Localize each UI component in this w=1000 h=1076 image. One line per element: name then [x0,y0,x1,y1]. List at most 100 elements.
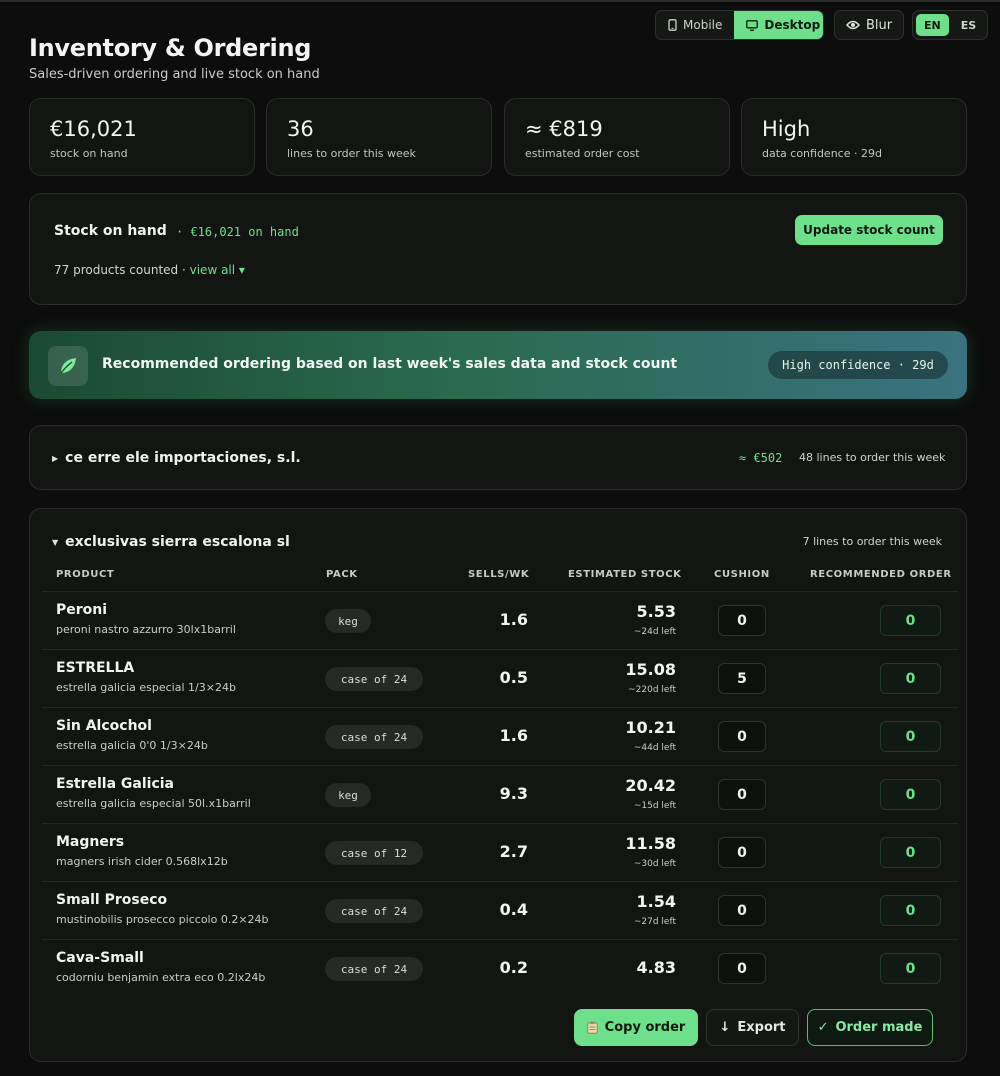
stock-count-text: 77 products counted · [54,263,186,277]
days-left: ~24d left [633,627,676,637]
recommended-order-input[interactable]: 0 [880,721,941,752]
desktop-option-label: Desktop [764,18,821,32]
caret-down-icon: ▼ [52,537,59,547]
cushion-input[interactable]: 0 [718,605,766,636]
blur-button[interactable]: Blur [834,10,904,40]
pack-badge: keg [325,609,371,633]
pack-badge: case of 24 [325,725,423,749]
stat-card-confidence: High data confidence · 29d [741,98,967,176]
desktop-option[interactable]: Desktop [734,11,823,39]
estimated-stock: 15.08 [625,660,676,679]
cushion-input[interactable]: 0 [718,837,766,868]
language-toggle: EN ES [912,10,988,40]
stat-value: ≈ €819 [525,117,603,141]
arrow-down-icon: ↓ [719,1020,731,1035]
product-name: Small Proseco [56,892,168,908]
estimated-stock: 5.53 [636,602,676,621]
cushion-input[interactable]: 5 [718,663,766,694]
product-description: estrella galicia 0'0 1/3×24b [56,739,208,752]
supplier-panel-expanded: ▼ exclusivas sierra escalona sl 7 lines … [29,508,967,1062]
days-left: ~27d left [633,917,676,927]
stat-value: 36 [287,117,314,141]
pack-badge: case of 24 [325,667,423,691]
top-divider [0,0,1000,2]
page-title: Inventory & Ordering [29,34,312,62]
stat-label: stock on hand [50,147,128,160]
mobile-option[interactable]: Mobile [656,11,734,39]
lang-es-option[interactable]: ES [953,14,984,36]
days-left: ~30d left [633,859,676,869]
supplier-panel-collapsed[interactable]: ▶ ce erre ele importaciones, s.l. ≈ €502… [29,425,967,490]
stock-count: 77 products counted · view all ▾ [54,263,245,277]
sells-per-week: 0.2 [499,958,528,977]
column-header-cushion: CUSHION [714,569,770,580]
stock-on-hand-panel: Stock on hand · €16,021 on hand 77 produ… [29,193,967,305]
estimated-stock: 20.42 [625,776,676,795]
stat-label: data confidence · 29d [762,147,882,160]
order-made-button[interactable]: ✓ Order made [807,1009,933,1046]
sells-per-week: 1.6 [499,726,528,745]
days-left: ~220d left [628,685,676,695]
sells-per-week: 0.5 [499,668,528,687]
column-header-pack: PACK [326,569,358,580]
supplier-cost: ≈ €502 [739,451,783,465]
product-description: codorniu benjamin extra eco 0.2lx24b [56,971,266,984]
export-button[interactable]: ↓ Export [706,1009,799,1046]
mobile-icon [668,19,677,31]
leaf-icon-box [48,346,88,386]
update-stock-button[interactable]: Update stock count [795,215,943,245]
estimated-stock: 4.83 [636,958,676,977]
estimated-stock: 1.54 [636,892,676,911]
copy-order-label: Copy order [604,1020,686,1035]
stat-value: €16,021 [50,117,137,141]
recommended-order-input[interactable]: 0 [880,779,941,810]
caret-right-icon: ▶ [52,453,59,463]
supplier-header[interactable]: ▼ exclusivas sierra escalona sl [52,534,290,550]
product-name: Peroni [56,602,108,618]
product-description: peroni nastro azzurro 30lx1barril [56,623,236,636]
table-row: Magners magners irish cider 0.568lx12b c… [42,823,958,881]
product-name: Sin Alcochol [56,718,152,734]
device-toggle: Mobile Desktop [655,10,824,40]
pack-badge: case of 24 [325,957,423,981]
pack-badge: case of 24 [325,899,423,923]
mobile-option-label: Mobile [683,18,723,32]
table-row: Sin Alcochol estrella galicia 0'0 1/3×24… [42,707,958,765]
column-header-sells: SELLS/WK [468,569,530,580]
blur-label: Blur [865,17,893,33]
table-row: ESTRELLA estrella galicia especial 1/3×2… [42,649,958,707]
recommended-order-input[interactable]: 0 [880,953,941,984]
stat-card-cost: ≈ €819 estimated order cost [504,98,730,176]
recommended-order-input[interactable]: 0 [880,605,941,636]
check-icon: ✓ [817,1020,829,1035]
days-left: ~44d left [633,743,676,753]
product-name: Estrella Galicia [56,776,174,792]
copy-order-button[interactable]: Copy order [574,1009,698,1046]
supplier-header[interactable]: ▶ ce erre ele importaciones, s.l. [52,450,301,466]
stock-title: Stock on hand [54,223,167,239]
recommended-order-input[interactable]: 0 [880,663,941,694]
recommended-order-input[interactable]: 0 [880,837,941,868]
cushion-input[interactable]: 0 [718,779,766,810]
cushion-input[interactable]: 0 [718,895,766,926]
cushion-input[interactable]: 0 [718,721,766,752]
view-all-link[interactable]: view all ▾ [190,263,245,277]
supplier-name: exclusivas sierra escalona sl [65,534,290,550]
column-header-estimated-stock: ESTIMATED STOCK [568,569,682,580]
recommended-order-input[interactable]: 0 [880,895,941,926]
stat-value: High [762,117,811,141]
sells-per-week: 2.7 [499,842,528,861]
table-row: Estrella Galicia estrella galicia especi… [42,765,958,823]
supplier-lines: 48 lines to order this week [799,451,946,464]
lang-en-option[interactable]: EN [916,14,949,36]
export-label: Export [737,1020,786,1035]
stat-label: estimated order cost [525,147,640,160]
order-table: Peroni peroni nastro azzurro 30lx1barril… [42,591,958,997]
order-made-label: Order made [835,1020,923,1035]
cushion-input[interactable]: 0 [718,953,766,984]
table-row: Small Proseco mustinobilis prosecco picc… [42,881,958,939]
supplier-lines: 7 lines to order this week [802,535,942,548]
stat-card-stock: €16,021 stock on hand [29,98,255,176]
sells-per-week: 9.3 [499,784,528,803]
table-row: Peroni peroni nastro azzurro 30lx1barril… [42,591,958,649]
